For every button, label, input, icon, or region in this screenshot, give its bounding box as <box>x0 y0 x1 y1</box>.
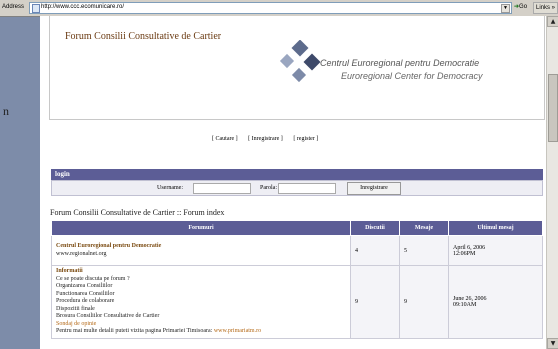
subforum-link[interactable]: Organizarea Consiliilor <box>56 283 346 291</box>
address-input[interactable]: http://www.ccc.ecomunicare.ro/ ▼ <box>29 2 512 14</box>
links-button[interactable]: Links » <box>533 2 558 14</box>
col-mesaje: Mesaje <box>399 220 449 236</box>
forum-cell: Centrul Euroregional pentru Democratie w… <box>51 235 351 266</box>
forum-description: www.regionalnet.org <box>56 250 107 257</box>
scroll-down-icon[interactable]: ▼ <box>547 338 558 349</box>
nav-link-cautare[interactable]: [ Cautare ] <box>212 136 238 142</box>
discutii-count: 4 <box>350 235 400 266</box>
table-header-row: Forumuri Discutii Mesaje Ultimul mesaj <box>51 220 543 236</box>
last-post-cell: April 6, 2006 12:06PM <box>448 235 543 266</box>
address-dropdown-icon[interactable]: ▼ <box>501 4 510 13</box>
nav-link-register[interactable]: [ register ] <box>293 136 318 142</box>
col-discutii: Discutii <box>350 220 400 236</box>
center-name-english: Euroregional Center for Democracy <box>341 71 483 81</box>
subforum-link[interactable]: Procedura de colaborare <box>56 298 346 306</box>
col-forumuri: Forumuri <box>51 220 351 236</box>
subforum-link[interactable]: Functionarea Consiliilor <box>56 291 346 299</box>
background-letter: n <box>3 104 9 118</box>
center-name-romanian: Centrul Euroregional pentru Democratie <box>320 58 480 68</box>
vertical-scrollbar[interactable]: ▲ ▼ <box>546 16 558 349</box>
col-ultimul-mesaj: Ultimul mesaj <box>448 220 543 236</box>
username-input[interactable] <box>193 183 251 194</box>
top-nav-links: [ Cautare ] [ Inregistrare ] [ register … <box>212 136 327 142</box>
address-url[interactable]: http://www.ccc.ecomunicare.ro/ <box>41 4 124 10</box>
discutii-count: 9 <box>350 265 400 339</box>
subforum-link[interactable]: Brosura Consiliilor Consultative de Cart… <box>56 313 346 321</box>
last-post-cell: June 26, 2006 09:10AM <box>448 265 543 339</box>
mesaje-count: 9 <box>399 265 449 339</box>
site-banner: Forum Consilii Consultative de Cartier C… <box>49 16 545 120</box>
table-row: Centrul Euroregional pentru Democratie w… <box>51 235 543 266</box>
forum-link[interactable]: Centrul Euroregional pentru Democratie <box>56 243 346 251</box>
password-label: Parola: <box>260 185 277 191</box>
nav-link-inregistrare[interactable]: [ Inregistrare ] <box>248 136 283 142</box>
forum-table: Forumuri Discutii Mesaje Ultimul mesaj C… <box>51 220 543 339</box>
sondaj-link[interactable]: Sondaj de opinie <box>56 321 346 329</box>
login-form: Username: Parola: Inregistrare <box>51 180 543 196</box>
desktop-background-strip <box>0 16 40 349</box>
last-post-time: 09:10AM <box>453 301 477 308</box>
password-input[interactable] <box>278 183 336 194</box>
go-button[interactable]: ➜Go <box>514 3 527 10</box>
page-icon <box>32 4 40 13</box>
forum-index-title: Forum Consilii Consultative de Cartier :… <box>50 208 225 217</box>
table-row: Informatii Ce se poate discuta pe forum … <box>51 265 543 339</box>
footer-text: Pentru mai multe detalii puteti vizita p… <box>56 328 213 334</box>
go-label: Go <box>519 4 528 10</box>
scroll-thumb[interactable] <box>548 74 558 142</box>
last-post-time: 12:06PM <box>453 250 476 257</box>
forum-cell: Informatii Ce se poate discuta pe forum … <box>51 265 351 339</box>
diamond-logo-icon <box>279 40 321 83</box>
address-bar: Address http://www.ccc.ecomunicare.ro/ ▼… <box>0 0 558 17</box>
subforum-link[interactable]: Dispozitii finale <box>56 306 346 314</box>
web-page: Forum Consilii Consultative de Cartier C… <box>40 16 546 349</box>
forum-title: Forum Consilii Consultative de Cartier <box>65 31 222 42</box>
primaria-link[interactable]: www.primariatm.ro <box>214 328 261 334</box>
register-button[interactable]: Inregistrare <box>347 182 401 195</box>
subforum-link[interactable]: Ce se poate discuta pe forum ? <box>56 276 346 284</box>
forum-link[interactable]: Informatii <box>56 268 346 276</box>
scroll-up-icon[interactable]: ▲ <box>547 16 558 27</box>
address-label: Address <box>2 4 25 10</box>
username-label: Username: <box>157 185 183 191</box>
mesaje-count: 5 <box>399 235 449 266</box>
forum-footer-note: Pentru mai multe detalii puteti vizita p… <box>56 328 346 336</box>
login-header: login <box>51 169 543 180</box>
